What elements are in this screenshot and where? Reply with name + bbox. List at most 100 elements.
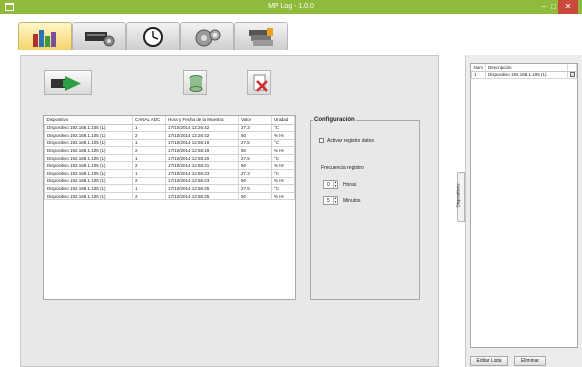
col-canal-adc[interactable]: CANAL ADC: [132, 116, 166, 125]
side-tab-label: Dispositivos: [455, 183, 461, 208]
spin-arrows-icon[interactable]: ▲ ▼: [333, 196, 337, 204]
table-cell: °C: [271, 153, 295, 163]
table-cell: Dispositivo 192.168.1.105 (1): [44, 131, 133, 140]
minimize-button[interactable]: –: [539, 0, 549, 14]
minutos-value: 5: [327, 198, 330, 204]
minutos-label: Minutos: [343, 198, 361, 204]
table-row[interactable]: Dispositivo 192.168.1.105 (1) 1 17/10/2014…: [44, 184, 295, 193]
spin-arrows-icon[interactable]: ▲ ▼: [333, 180, 337, 188]
table-row[interactable]: Dispositivo 192.168.1.105 (1) 2 17/10/2014…: [44, 161, 295, 171]
col-check: [567, 64, 577, 72]
col-num[interactable]: Num: [471, 64, 486, 72]
data-grid[interactable]: Dispositivo CANAL ADC Hora y Fecha de la…: [43, 115, 296, 300]
table-cell: 17/10/2014 12:58:21: [165, 161, 239, 171]
table-cell: Dispositivo 192.168.1.105 (1): [44, 191, 133, 201]
delete-records-button[interactable]: [247, 70, 271, 95]
table-cell: 17/10/2014 12:56:25: [165, 184, 239, 193]
tab-clock[interactable]: [126, 22, 180, 50]
table-cell: 27.5: [238, 138, 272, 148]
table-cell: Dispositivo 192.168.1.105 (1): [44, 153, 133, 163]
table-cell: °C: [271, 138, 295, 148]
close-button[interactable]: ✕: [558, 0, 578, 14]
table-row[interactable]: Dispositivo 192.168.1.105 (1) 2 17/10/2014…: [44, 176, 295, 186]
table-cell: 17/10/2014 12:56:23: [165, 176, 239, 186]
table-cell: 50: [238, 161, 272, 171]
table-cell: % Hr: [271, 146, 295, 155]
table-cell: °C: [271, 123, 295, 133]
table-cell: 2: [132, 161, 166, 171]
horas-value: 0: [327, 182, 330, 188]
table-cell: 50: [238, 191, 272, 201]
table-cell: 17/10/2014 12:58:20: [165, 153, 239, 163]
table-cell: °C: [271, 184, 295, 193]
table-row[interactable]: Dispositivo 192.168.1.105 (1) 1 17/10/2014…: [44, 138, 295, 148]
table-cell: 17/10/2014 12:58:19: [165, 146, 239, 155]
table-cell: 17/10/2014 12:56:23: [165, 169, 239, 178]
table-cell: 2: [132, 191, 166, 201]
table-cell: 1: [132, 184, 166, 193]
eliminar-button[interactable]: Eliminar: [514, 356, 546, 366]
editar-lista-button[interactable]: Editar Lista: [470, 356, 508, 366]
table-row[interactable]: Dispositivo 192.168.1.105 (1) 1 17/10/2014…: [44, 169, 295, 178]
table-cell: Dispositivo 192.168.1.105 (1): [44, 169, 133, 178]
tab-data-logger[interactable]: [18, 22, 72, 50]
table-cell: 17/10/2014 12:58:19: [165, 138, 239, 148]
tab-settings[interactable]: [180, 22, 234, 50]
col-valor[interactable]: Valor: [238, 116, 272, 125]
database-icon: [189, 75, 203, 92]
table-cell: 17/10/2014 12:26:42: [165, 131, 239, 140]
config-group: Configuración Activar registro datos Fre…: [310, 117, 420, 300]
table-cell: 27.5: [238, 184, 272, 193]
horas-label: Horas: [343, 182, 357, 188]
table-row[interactable]: Dispositivo 192.168.1.105 (1) 2 17/10/2014…: [44, 191, 295, 201]
tab-devices[interactable]: [72, 22, 126, 50]
device-row[interactable]: 1 Dispositivo 192.168.1.105 (1) ✓: [471, 70, 577, 79]
tab-dispositivos[interactable]: Dispositivos: [455, 172, 465, 222]
table-cell: 50: [238, 176, 272, 186]
table-cell: 2: [132, 131, 166, 140]
files-icon: [249, 28, 273, 46]
table-row[interactable]: Dispositivo 192.168.1.105 (1) 2 17/10/2014…: [44, 146, 295, 155]
device-checkbox[interactable]: ✓: [570, 72, 575, 77]
col-descripcion[interactable]: Descripción: [485, 64, 568, 72]
device-settings-icon: [85, 32, 115, 47]
device-desc: Dispositivo 192.168.1.105 (1): [485, 70, 568, 79]
table-cell: 17/10/2014 12:26:42: [165, 123, 239, 133]
col-dispositivo[interactable]: Dispositivo: [44, 116, 133, 125]
col-unidad[interactable]: Unidad: [271, 116, 295, 125]
table-cell: 27.5: [238, 153, 272, 163]
table-cell: 27.3: [238, 169, 272, 178]
activar-registro-label: Activar registro datos: [327, 138, 374, 144]
table-cell: Dispositivo 192.168.1.105 (1): [44, 161, 133, 171]
table-cell: % Hr: [271, 131, 295, 140]
table-cell: % Hr: [271, 191, 295, 201]
minutos-stepper[interactable]: 5 ▲ ▼: [323, 196, 338, 205]
horas-stepper[interactable]: 0 ▲ ▼: [323, 180, 338, 189]
table-cell: Dispositivo 192.168.1.105 (1): [44, 184, 133, 193]
title-bar: MP Log - 1.0.0 – □ ✕: [0, 0, 582, 14]
table-cell: % Hr: [271, 161, 295, 171]
table-cell: 1: [132, 153, 166, 163]
table-row[interactable]: Dispositivo 192.168.1.105 (1) 1 17/10/2014…: [44, 153, 295, 163]
config-title: Configuración: [313, 117, 356, 123]
database-button[interactable]: [183, 70, 207, 95]
data-logger-icon: [33, 30, 56, 47]
table-cell: 1: [132, 123, 166, 133]
device-num: 1: [471, 70, 486, 79]
table-cell: 50: [238, 146, 272, 155]
maximize-button[interactable]: □: [549, 0, 558, 14]
window-title: MP Log - 1.0.0: [268, 3, 314, 10]
table-row[interactable]: Dispositivo 192.168.1.105 (1) 2 17/10/2014…: [44, 131, 295, 140]
tab-files[interactable]: [234, 22, 288, 50]
connect-button[interactable]: [44, 70, 92, 95]
activar-registro-checkbox[interactable]: [319, 138, 324, 143]
table-cell: 1: [132, 169, 166, 178]
clock-icon: [143, 27, 163, 47]
devices-grid[interactable]: Num Descripción 1 Dispositivo 192.168.1.…: [470, 63, 578, 348]
table-row[interactable]: Dispositivo 192.168.1.105 (1) 1 17/10/2014…: [44, 123, 295, 133]
col-hora-fecha[interactable]: Hora y Fecha de la Muestra: [165, 116, 239, 125]
gears-icon: [195, 29, 221, 47]
table-cell: Dispositivo 192.168.1.105 (1): [44, 146, 133, 155]
delete-file-icon: [253, 74, 268, 92]
table-cell: 2: [132, 146, 166, 155]
